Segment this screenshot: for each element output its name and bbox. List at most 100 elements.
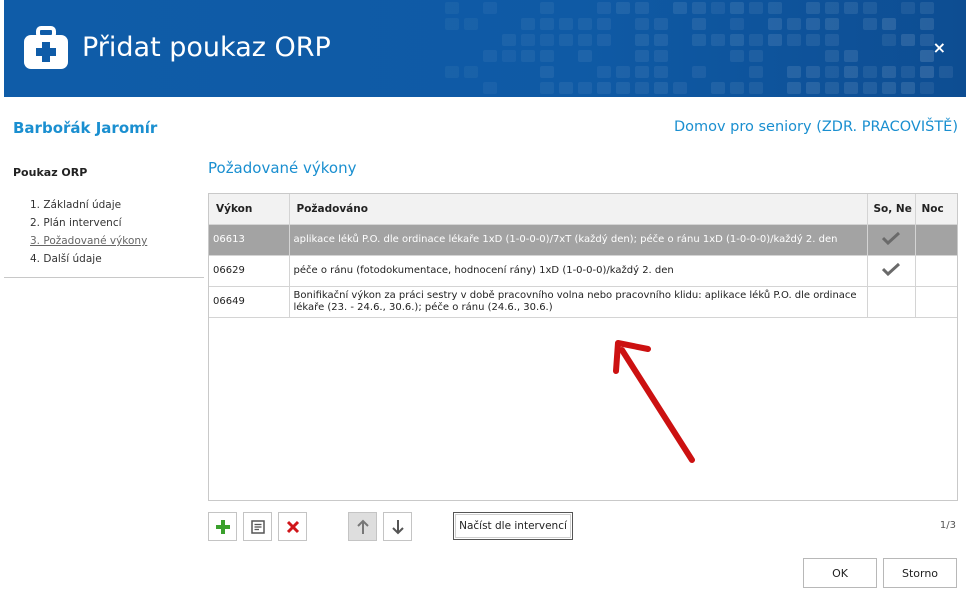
header-pattern-tile	[825, 34, 839, 46]
arrow-up-icon	[356, 519, 369, 534]
header-pattern-tile	[673, 2, 687, 14]
header-pattern-tile	[597, 66, 611, 78]
header-pattern-tile	[597, 2, 611, 14]
table-row[interactable]: 06613 aplikace léků P.O. dle ordinace lé…	[209, 224, 957, 256]
sidebar-title: Poukaz ORP	[13, 166, 88, 179]
header-pattern-tile	[692, 2, 706, 14]
procedures-table: Výkon Požadováno So, Ne Noc 06613 aplika…	[208, 193, 958, 501]
procedure-code: 06613	[209, 224, 290, 256]
header-pattern-tile	[825, 18, 839, 30]
header-pattern-tile	[749, 2, 763, 14]
procedure-description: aplikace léků P.O. dle ordinace lékaře 1…	[289, 224, 868, 256]
header-pattern-tile	[920, 66, 934, 78]
header-pattern-tile	[787, 66, 801, 78]
add-button[interactable]	[208, 512, 237, 541]
header-pattern-tile	[635, 50, 649, 62]
header-pattern-tile	[483, 2, 497, 14]
plus-icon	[215, 519, 230, 534]
sidebar-item-intervention-plan[interactable]: 2. Plán intervencí	[30, 214, 147, 232]
header-pattern-tile	[711, 82, 725, 94]
move-down-button[interactable]	[383, 512, 412, 541]
header-pattern-tile	[882, 34, 896, 46]
header-pattern-tile	[559, 18, 573, 30]
header-pattern-tile	[578, 82, 592, 94]
weekend-cell[interactable]	[867, 286, 916, 318]
sidebar-nav: 1. Základní údaje 2. Plán intervencí 3. …	[30, 196, 147, 268]
header-pattern-tile	[901, 82, 915, 94]
sidebar-item-basic-info[interactable]: 1. Základní údaje	[30, 196, 147, 214]
header-pattern-tile	[882, 82, 896, 94]
procedure-code: 06649	[209, 286, 290, 318]
header-pattern-tile	[806, 2, 820, 14]
header-pattern-tile	[673, 82, 687, 94]
header-pattern-tile	[787, 82, 801, 94]
facility-name: Domov pro seniory (ZDR. PRACOVIŠTĚ)	[673, 119, 958, 135]
header-pattern-tile	[597, 18, 611, 30]
header-pattern-tile	[844, 50, 858, 62]
weekend-cell[interactable]	[867, 255, 916, 287]
header-pattern-tile	[635, 34, 649, 46]
header-pattern-tile	[882, 18, 896, 30]
column-header-weekend[interactable]: So, Ne	[867, 194, 916, 225]
header-pattern-tile	[863, 66, 877, 78]
header-pattern-tile	[730, 18, 744, 30]
column-header-code[interactable]: Výkon	[209, 194, 290, 225]
header-pattern-tile	[863, 82, 877, 94]
header-pattern-tile	[711, 34, 725, 46]
header-pattern-tile	[578, 50, 592, 62]
sidebar-item-other-info[interactable]: 4. Další údaje	[30, 250, 147, 268]
patient-name: Barbořák Jaromír	[13, 119, 158, 137]
delete-button[interactable]	[278, 512, 307, 541]
header-pattern-tile	[502, 34, 516, 46]
checkmark-icon	[882, 262, 900, 276]
ok-button[interactable]: OK	[803, 558, 877, 588]
header-pattern-tile	[787, 18, 801, 30]
header-pattern-tile	[540, 34, 554, 46]
cancel-button[interactable]: Storno	[883, 558, 957, 588]
pager-indicator: 1/3	[939, 520, 956, 531]
header-pattern-tile	[749, 66, 763, 78]
table-row[interactable]: 06649 Bonifikační výkon za práci sestry …	[209, 286, 957, 318]
close-button[interactable]: ×	[933, 38, 946, 57]
header-pattern-tile	[483, 82, 497, 94]
header-pattern-tile	[559, 34, 573, 46]
sidebar-item-requested-procedures[interactable]: 3. Požadované výkony	[30, 232, 147, 250]
header-pattern-tile	[692, 34, 706, 46]
night-cell[interactable]	[915, 255, 957, 287]
night-cell[interactable]	[915, 224, 957, 256]
header-pattern-tile	[730, 2, 744, 14]
weekend-cell[interactable]	[867, 224, 916, 256]
column-header-requested[interactable]: Požadováno	[289, 194, 868, 225]
edit-button[interactable]	[243, 512, 272, 541]
move-up-button[interactable]	[348, 512, 377, 541]
header-pattern-tile	[597, 34, 611, 46]
header-pattern-tile	[863, 2, 877, 14]
header-pattern-tile	[939, 66, 953, 78]
header-pattern-tile	[540, 66, 554, 78]
header-pattern-tile	[654, 82, 668, 94]
header-pattern	[445, 2, 953, 94]
table-row[interactable]: 06629 péče o ránu (fotodokumentace, hodn…	[209, 255, 957, 287]
dialog-title: Přidat poukaz ORP	[82, 32, 331, 63]
header-pattern-tile	[711, 2, 725, 14]
header-pattern-tile	[730, 50, 744, 62]
load-by-interventions-button[interactable]: Načíst dle intervencí	[453, 512, 573, 540]
night-cell[interactable]	[915, 286, 957, 318]
header-pattern-tile	[844, 66, 858, 78]
header-pattern-tile	[635, 18, 649, 30]
header-pattern-tile	[521, 18, 535, 30]
header-pattern-tile	[635, 82, 649, 94]
section-title: Požadované výkony	[208, 159, 357, 177]
header-pattern-tile	[730, 34, 744, 46]
header-pattern-tile	[749, 82, 763, 94]
header-pattern-tile	[825, 66, 839, 78]
header-pattern-tile	[540, 18, 554, 30]
procedure-code: 06629	[209, 255, 290, 287]
column-header-night[interactable]: Noc	[915, 194, 957, 225]
header-pattern-tile	[483, 50, 497, 62]
header-pattern-tile	[578, 34, 592, 46]
header-pattern-tile	[654, 18, 668, 30]
header-pattern-tile	[768, 2, 782, 14]
procedure-description: Bonifikační výkon za práci sestry v době…	[289, 286, 868, 318]
header-pattern-tile	[616, 2, 630, 14]
